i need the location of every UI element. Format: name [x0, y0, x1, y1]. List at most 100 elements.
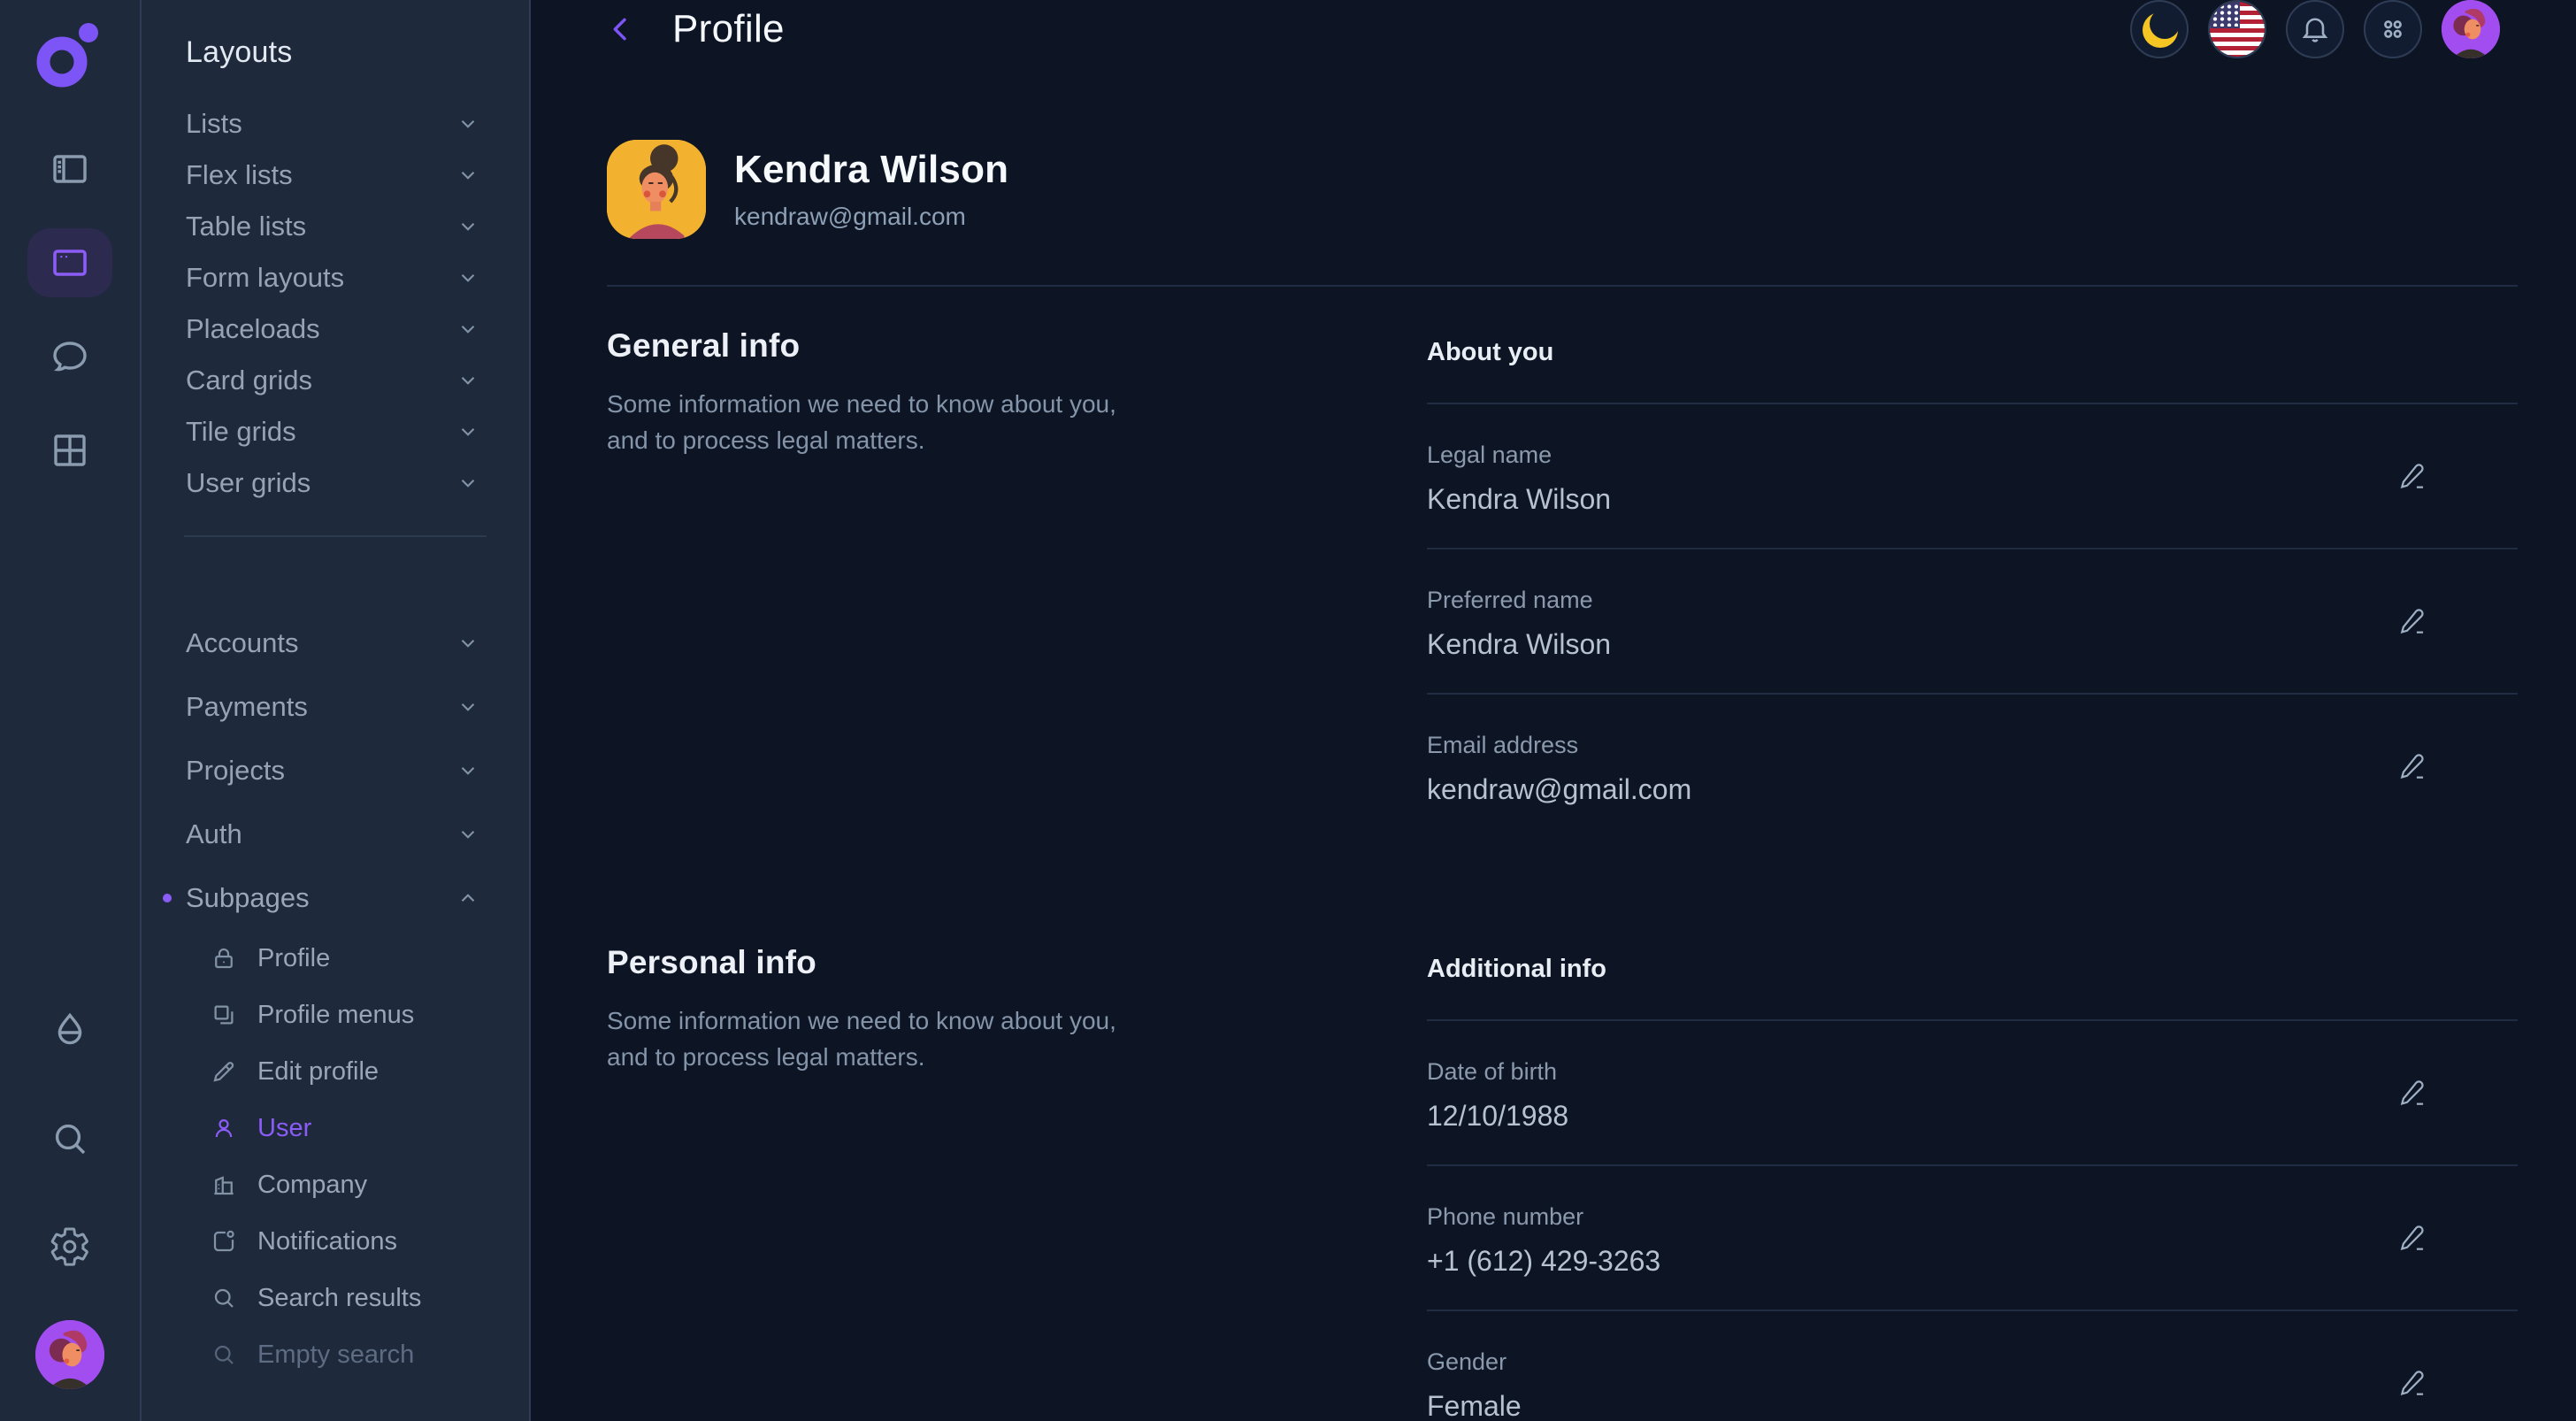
field-row-gender: Gender Female [1427, 1311, 2518, 1421]
back-button[interactable] [607, 8, 642, 50]
sidebar-item-auth[interactable]: Auth [142, 803, 529, 866]
sidebar-title: Layouts [142, 35, 529, 70]
user-menu-avatar[interactable] [2442, 0, 2500, 58]
chevron-down-icon [456, 369, 479, 392]
field-row-date-of-birth: Date of birth 12/10/1988 [1427, 1021, 2518, 1166]
sidebar-item-flex-lists[interactable]: Flex lists [142, 150, 529, 201]
card-title: Additional info [1427, 944, 2518, 984]
rail-bottom [27, 996, 112, 1389]
app-logo[interactable] [34, 21, 106, 94]
profile-name: Kendra Wilson [734, 148, 1008, 192]
edit-email-button[interactable] [2394, 747, 2433, 786]
sidebar-item-search-results[interactable]: Search results [142, 1270, 529, 1326]
field-value: 12/10/1988 [1427, 1100, 2518, 1133]
chevron-down-icon [456, 112, 479, 135]
sidebar-item-subpages[interactable]: Subpages [142, 866, 529, 930]
theme-toggle-button[interactable] [2130, 0, 2189, 58]
chat-bubble-icon [49, 335, 91, 378]
sidebar-item-payments[interactable]: Payments [142, 675, 529, 739]
additional-info-card: Additional info Date of birth 12/10/1988 [1427, 944, 2518, 1421]
topbar-actions [2130, 0, 2500, 58]
sidebar-item-user-grids[interactable]: User grids [142, 457, 529, 509]
search-icon [211, 1341, 237, 1368]
field-label: Email address [1427, 732, 2518, 759]
language-button[interactable] [2208, 0, 2266, 58]
about-you-card: About you Legal name Kendra Wilson [1427, 327, 2518, 838]
section-description: Some information we need to know about y… [607, 1002, 1160, 1075]
sidebar-item-projects[interactable]: Projects [142, 739, 529, 803]
avatar-woman-purple [35, 1320, 104, 1389]
sidebar-group-list: Lists Flex lists Table lists Form layout… [142, 98, 529, 509]
page-content: Kendra Wilson kendraw@gmail.com General … [531, 58, 2576, 1421]
sidebar-item-table-lists[interactable]: Table lists [142, 201, 529, 252]
sidebar-item-empty-search[interactable]: Empty search [142, 1326, 529, 1383]
rail-item-theme[interactable] [27, 996, 112, 1065]
section-title: General info [607, 327, 1160, 365]
section-description: Some information we need to know about y… [607, 386, 1160, 458]
sidebar-divider [184, 535, 487, 537]
rail-user-avatar[interactable] [35, 1320, 104, 1389]
top-bar: Profile [531, 0, 2576, 58]
field-value: Kendra Wilson [1427, 483, 2518, 516]
edit-icon [2396, 1076, 2430, 1110]
avatar-woman-purple [2442, 0, 2500, 58]
profile-email: kendraw@gmail.com [734, 203, 1008, 231]
rail-item-grid[interactable] [27, 416, 112, 485]
droplet-icon [49, 1010, 91, 1052]
edit-date-of-birth-button[interactable] [2394, 1073, 2433, 1112]
sidebar-item-edit-profile[interactable]: Edit profile [142, 1043, 529, 1100]
chevron-up-icon [456, 887, 479, 910]
user-icon [211, 1115, 237, 1141]
field-label: Phone number [1427, 1203, 2518, 1231]
sidebar-item-placeloads[interactable]: Placeloads [142, 303, 529, 355]
section-intro: Personal info Some information we need t… [607, 944, 1160, 1421]
profile-header: Kendra Wilson kendraw@gmail.com [607, 140, 2518, 239]
edit-preferred-name-button[interactable] [2394, 602, 2433, 641]
page-title: Profile [672, 7, 785, 51]
rail-item-settings[interactable] [27, 1212, 112, 1281]
profile-identity: Kendra Wilson kendraw@gmail.com [734, 148, 1008, 231]
sidebar-item-form-layouts[interactable]: Form layouts [142, 252, 529, 303]
main-area: Profile [531, 0, 2576, 1421]
sidebar-item-card-grids[interactable]: Card grids [142, 355, 529, 406]
edit-icon [2396, 604, 2430, 638]
sidebar-item-profile[interactable]: Profile [142, 930, 529, 987]
icon-rail [0, 0, 142, 1421]
card-title: About you [1427, 327, 2518, 367]
active-section-bullet [163, 894, 172, 903]
edit-phone-number-button[interactable] [2394, 1218, 2433, 1257]
edit-legal-name-button[interactable] [2394, 457, 2433, 495]
rail-item-panels[interactable] [27, 134, 112, 204]
field-value: kendraw@gmail.com [1427, 773, 2518, 806]
moon-icon [2132, 2, 2187, 57]
edit-icon [2396, 459, 2430, 493]
search-icon [211, 1285, 237, 1311]
sidebar-item-profile-menus[interactable]: Profile menus [142, 987, 529, 1043]
window-icon [49, 242, 91, 284]
rail-item-layouts[interactable] [27, 228, 112, 297]
sidebar-item-tile-grids[interactable]: Tile grids [142, 406, 529, 457]
field-label: Preferred name [1427, 587, 2518, 614]
rail-item-search[interactable] [27, 1104, 112, 1173]
sidebar-item-user[interactable]: User [142, 1100, 529, 1156]
section-general-info: General info Some information we need to… [607, 327, 2518, 838]
notifications-button[interactable] [2286, 0, 2344, 58]
chevron-down-icon [456, 420, 479, 443]
grid-icon [49, 429, 91, 472]
sidebar-item-accounts[interactable]: Accounts [142, 611, 529, 675]
chevron-down-icon [456, 266, 479, 289]
rail-item-messages[interactable] [27, 322, 112, 391]
chevron-down-icon [456, 695, 479, 718]
apps-button[interactable] [2364, 0, 2422, 58]
sidebar-item-company[interactable]: Company [142, 1156, 529, 1213]
chevron-down-icon [456, 472, 479, 495]
field-label: Date of birth [1427, 1058, 2518, 1086]
sidebar-item-notifications[interactable]: Notifications [142, 1213, 529, 1270]
profile-avatar [607, 140, 706, 239]
bell-icon [2299, 13, 2331, 45]
dots-grid-icon [2377, 13, 2409, 45]
chevron-down-icon [456, 318, 479, 341]
edit-icon [2396, 1366, 2430, 1400]
sidebar-item-lists[interactable]: Lists [142, 98, 529, 150]
edit-gender-button[interactable] [2394, 1363, 2433, 1402]
